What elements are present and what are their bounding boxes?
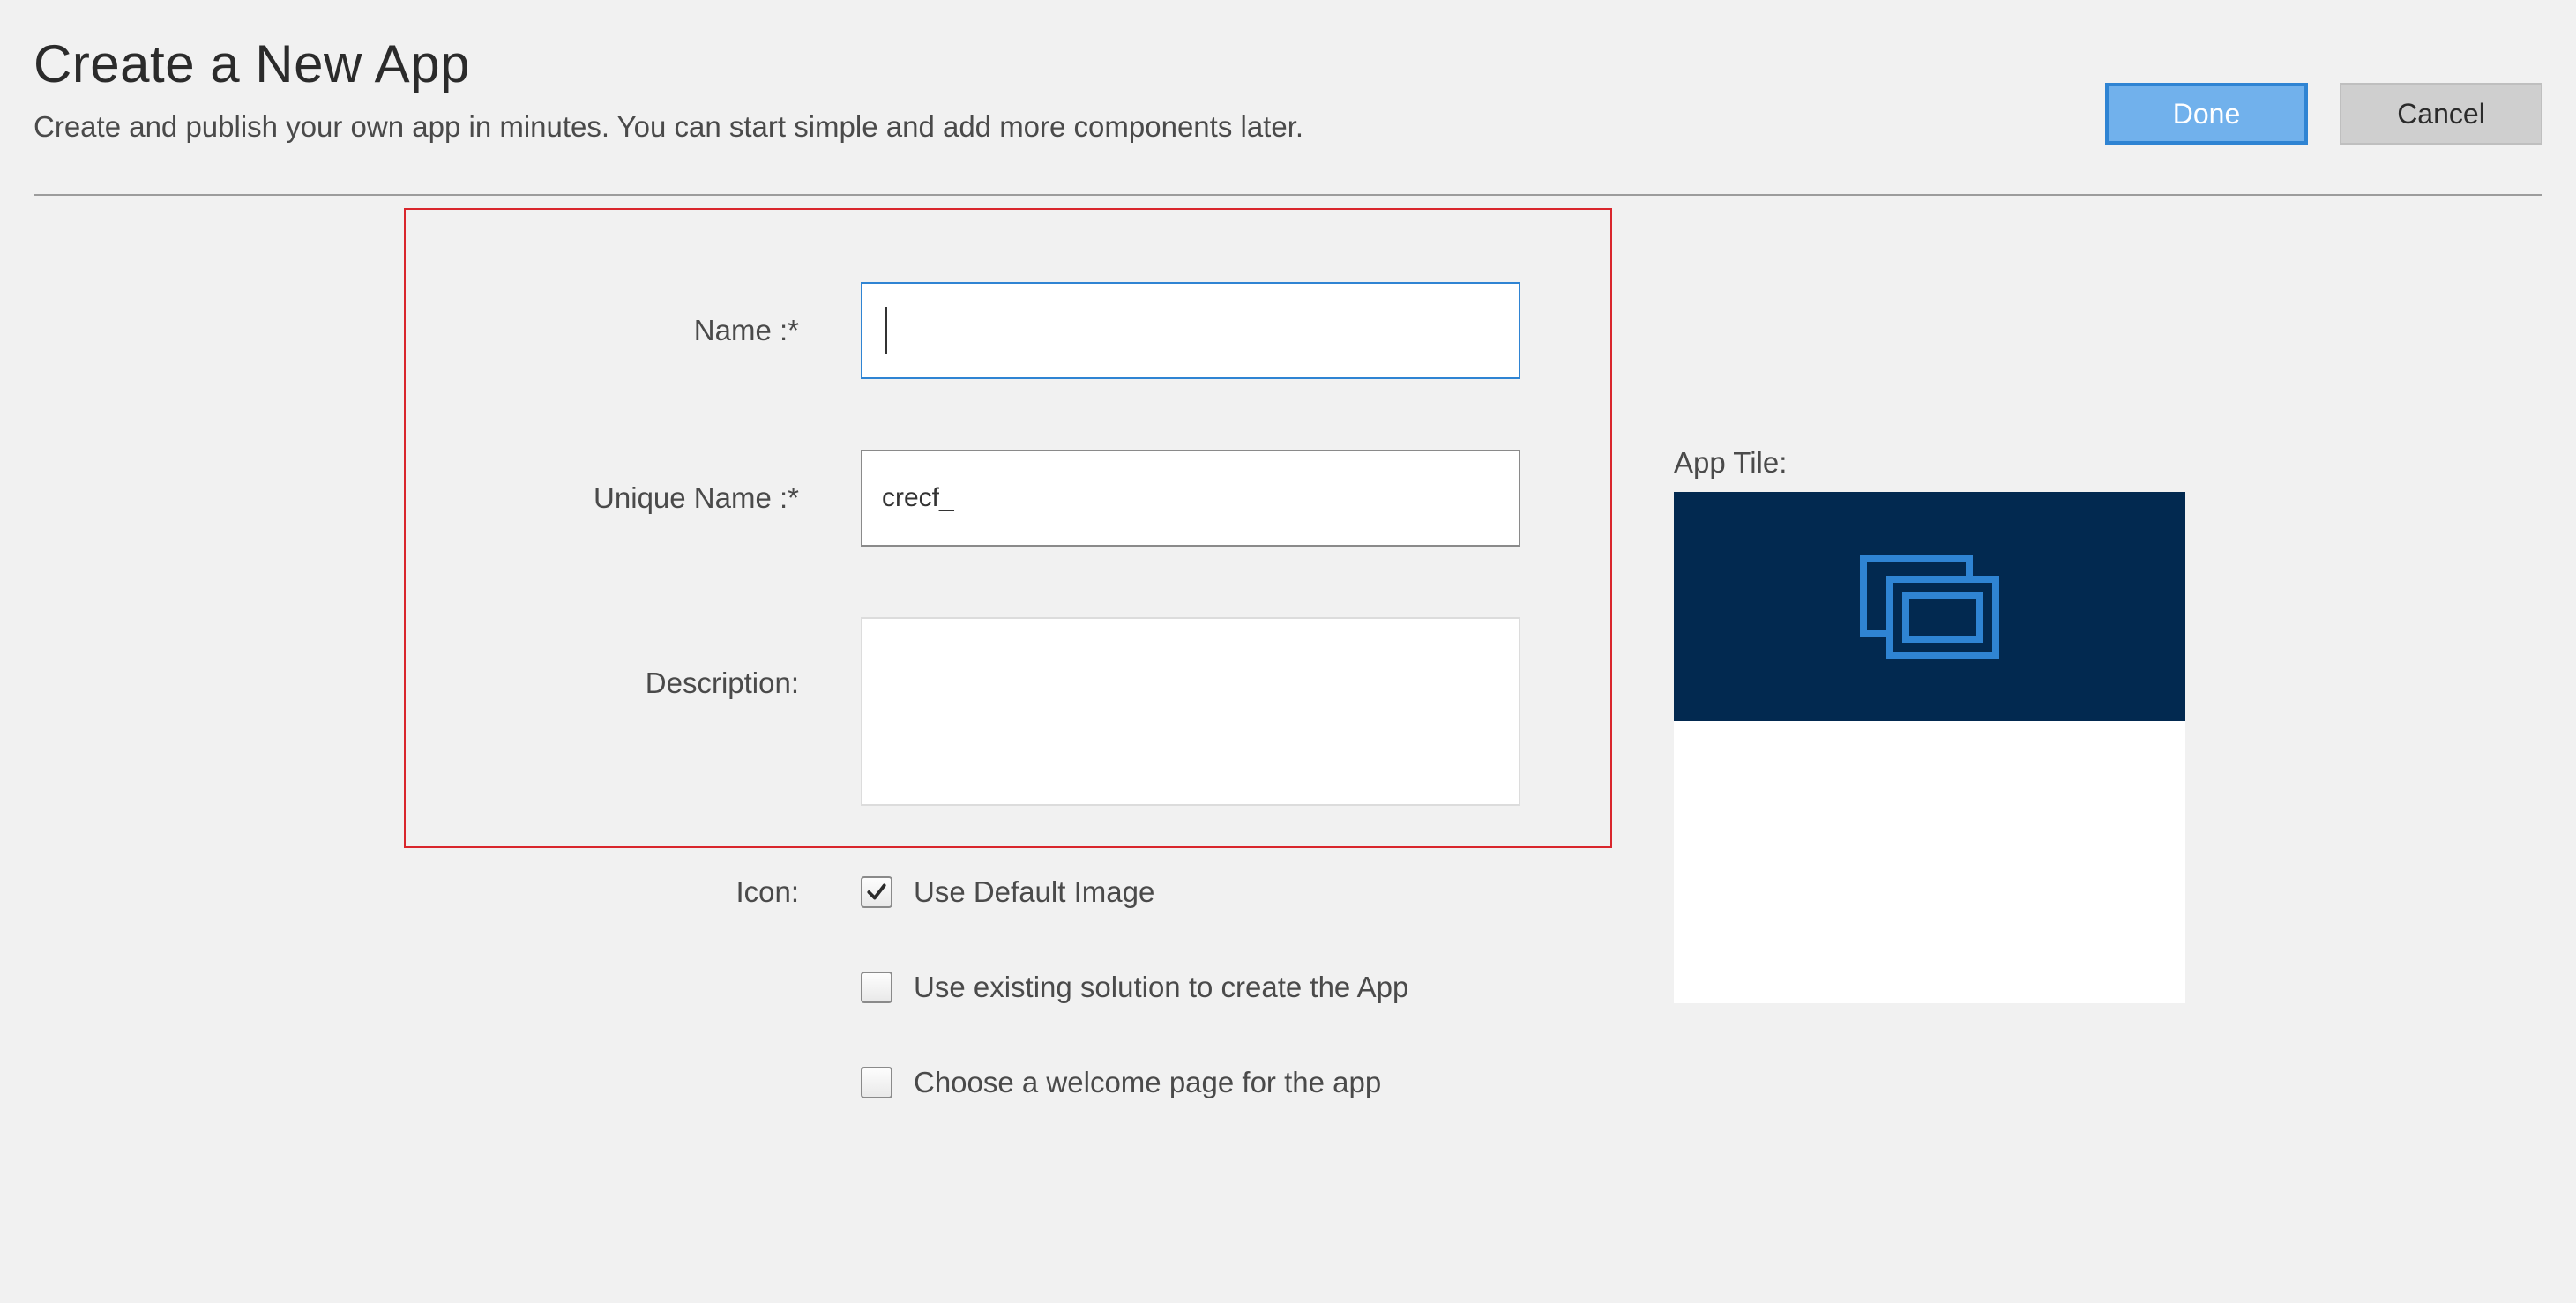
page-subtitle: Create and publish your own app in minut… [34,110,1303,144]
description-input[interactable] [861,617,1520,806]
use-default-image-label: Use Default Image [914,875,1154,909]
icon-label: Icon: [446,875,861,909]
checkmark-icon [865,881,888,904]
use-default-image-checkbox[interactable] [861,876,892,908]
cancel-button[interactable]: Cancel [2340,83,2542,145]
app-tile-preview [1674,492,2185,1003]
unique-name-label: Unique Name :* [446,481,861,515]
use-existing-solution-checkbox[interactable] [861,972,892,1003]
name-input[interactable] [861,282,1520,379]
description-label: Description: [446,617,861,700]
unique-name-input[interactable] [861,450,1520,547]
page-title: Create a New App [34,34,1303,94]
use-existing-solution-label: Use existing solution to create the App [914,971,1408,1004]
done-button[interactable]: Done [2105,83,2308,145]
choose-welcome-page-checkbox[interactable] [861,1067,892,1098]
choose-welcome-page-label: Choose a welcome page for the app [914,1066,1381,1099]
app-tile-icon [1855,549,2005,664]
text-cursor [885,307,887,354]
app-tile-label: App Tile: [1674,446,2185,480]
name-label: Name :* [446,314,861,347]
